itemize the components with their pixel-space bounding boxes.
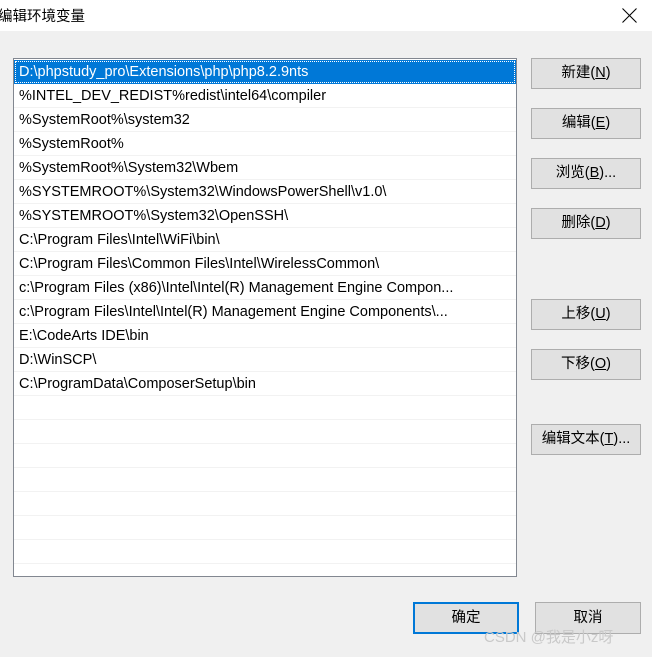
ok-button[interactable]: 确定 [413,602,519,634]
path-list-empty-row [14,444,516,468]
path-list-empty-row [14,468,516,492]
new-button[interactable]: 新建(N) [531,58,641,89]
edit-button[interactable]: 编辑(E) [531,108,641,139]
path-list-item[interactable]: %SystemRoot% [14,132,516,156]
path-list-empty-row [14,396,516,420]
path-list-rows: D:\phpstudy_pro\Extensions\php\php8.2.9n… [14,60,516,564]
path-list-item[interactable]: E:\CodeArts IDE\bin [14,324,516,348]
browse-button[interactable]: 浏览(B)... [531,158,641,189]
close-button[interactable] [606,0,652,31]
path-list-item[interactable]: %SYSTEMROOT%\System32\OpenSSH\ [14,204,516,228]
cancel-button[interactable]: 取消 [535,602,641,634]
path-list-item[interactable]: %INTEL_DEV_REDIST%redist\intel64\compile… [14,84,516,108]
path-list-item[interactable]: c:\Program Files\Intel\Intel(R) Manageme… [14,300,516,324]
path-list-item[interactable]: %SYSTEMROOT%\System32\WindowsPowerShell\… [14,180,516,204]
path-list-empty-row [14,420,516,444]
path-list-item[interactable]: %SystemRoot%\System32\Wbem [14,156,516,180]
dialog-body: D:\phpstudy_pro\Extensions\php\php8.2.9n… [0,31,652,657]
title-bar: 编辑环境变量 [0,0,652,31]
path-list-item[interactable]: %SystemRoot%\system32 [14,108,516,132]
path-list-item[interactable]: C:\ProgramData\ComposerSetup\bin [14,372,516,396]
edit-text-button[interactable]: 编辑文本(T)... [531,424,641,455]
path-list[interactable]: D:\phpstudy_pro\Extensions\php\php8.2.9n… [13,58,517,577]
path-list-empty-row [14,516,516,540]
close-icon [621,7,638,24]
path-list-item[interactable]: C:\Program Files\Intel\WiFi\bin\ [14,228,516,252]
path-list-empty-row [14,540,516,564]
path-list-item[interactable]: c:\Program Files (x86)\Intel\Intel(R) Ma… [14,276,516,300]
delete-button[interactable]: 删除(D) [531,208,641,239]
dialog-footer: 确定 取消 [0,602,652,642]
path-list-item[interactable]: D:\WinSCP\ [14,348,516,372]
path-list-item[interactable]: D:\phpstudy_pro\Extensions\php\php8.2.9n… [14,60,516,84]
path-list-empty-row [14,492,516,516]
move-down-button[interactable]: 下移(O) [531,349,641,380]
path-list-item[interactable]: C:\Program Files\Common Files\Intel\Wire… [14,252,516,276]
window-title: 编辑环境变量 [0,9,85,25]
move-up-button[interactable]: 上移(U) [531,299,641,330]
